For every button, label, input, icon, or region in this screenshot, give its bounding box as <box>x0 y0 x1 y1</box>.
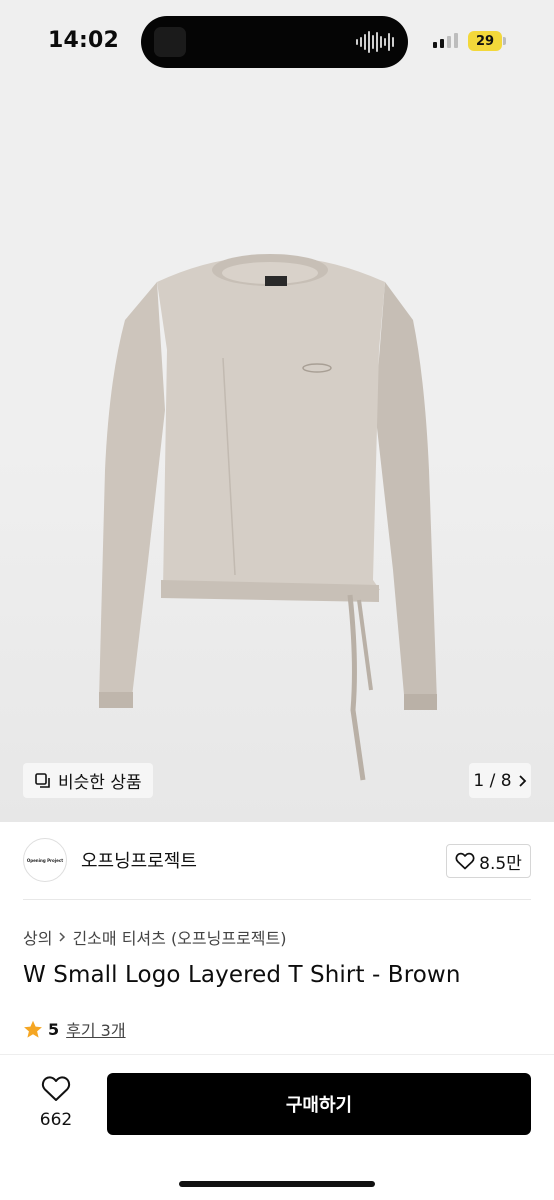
brand-name[interactable]: 오프닝프로젝트 <box>81 847 197 873</box>
status-time: 14:02 <box>48 28 120 53</box>
brand-like-button[interactable]: 8.5만 <box>446 844 531 878</box>
buy-button[interactable]: 구매하기 <box>107 1073 531 1135</box>
product-image-carousel[interactable]: 비슷한 상품 1 / 8 <box>0 0 554 822</box>
section-divider <box>0 1054 554 1055</box>
product-title: W Small Logo Layered T Shirt - Brown <box>23 962 461 988</box>
cellular-signal-icon <box>433 33 458 48</box>
chevron-right-icon <box>59 932 66 942</box>
wishlist-button[interactable]: 662 <box>26 1075 86 1130</box>
status-bar: 14:02 29 <box>0 0 554 80</box>
island-app-icon <box>154 27 186 57</box>
rating-row: 5 후기 3개 <box>23 1017 126 1041</box>
battery-icon: 29 <box>468 31 502 51</box>
star-icon <box>24 1020 42 1038</box>
chevron-right-icon <box>518 774 526 787</box>
battery-level: 29 <box>475 33 495 49</box>
divider <box>23 899 531 900</box>
page-indicator-text: 1 / 8 <box>473 770 512 791</box>
audio-wave-icon <box>356 30 394 54</box>
brand-logo[interactable]: Opening Project <box>23 838 67 882</box>
brand-logo-text: Opening Project <box>26 857 64 863</box>
heart-icon <box>41 1076 71 1101</box>
home-indicator[interactable] <box>179 1181 375 1187</box>
breadcrumb-subcategory[interactable]: 긴소매 티셔츠 (오프닝프로젝트) <box>72 925 286 949</box>
similar-products-button[interactable]: 비슷한 상품 <box>23 763 153 798</box>
dynamic-island <box>141 16 408 68</box>
rating-value: 5 <box>48 1019 60 1039</box>
brand-like-count: 8.5만 <box>479 853 522 874</box>
heart-icon <box>455 852 475 870</box>
image-page-indicator[interactable]: 1 / 8 <box>469 763 531 798</box>
wishlist-count: 662 <box>39 1110 73 1130</box>
similar-products-label: 비슷한 상품 <box>58 773 142 793</box>
breadcrumb-category[interactable]: 상의 <box>23 925 52 949</box>
brand-row[interactable]: Opening Project 오프닝프로젝트 8.5만 <box>0 822 554 900</box>
breadcrumb: 상의 긴소매 티셔츠 (오프닝프로젝트) <box>23 925 286 949</box>
copy-icon <box>35 772 50 788</box>
review-count-link[interactable]: 후기 3개 <box>66 1017 125 1041</box>
product-image <box>99 254 437 781</box>
battery-cap <box>503 37 506 45</box>
